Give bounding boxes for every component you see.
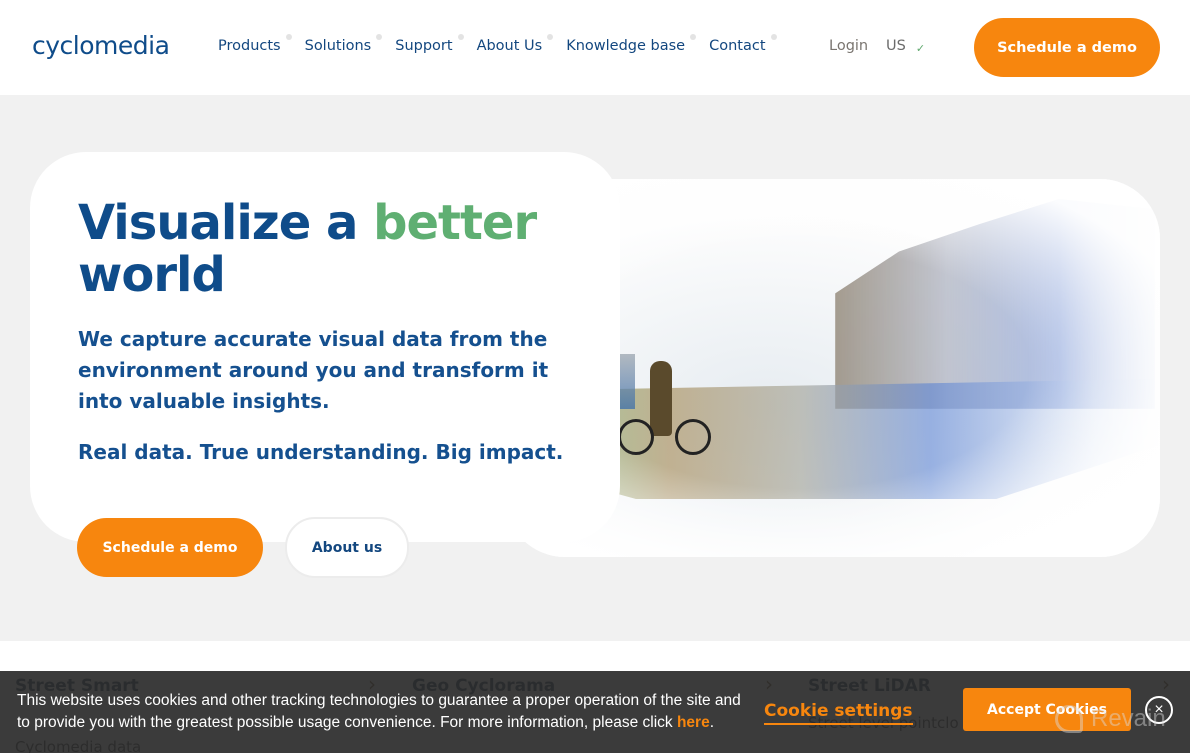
nav-solutions[interactable]: Solutions bbox=[304, 34, 383, 54]
schedule-demo-button[interactable]: Schedule a demo bbox=[77, 518, 263, 577]
login-link[interactable]: Login bbox=[829, 38, 868, 54]
accept-cookies-button[interactable]: Accept Cookies bbox=[963, 688, 1131, 731]
nav-label: About Us bbox=[476, 38, 543, 54]
nav-support[interactable]: Support bbox=[395, 34, 464, 54]
nav-label: Knowledge base bbox=[566, 38, 686, 54]
dropdown-indicator-icon bbox=[547, 34, 554, 40]
dropdown-indicator-icon bbox=[285, 34, 292, 40]
dropdown-indicator-icon bbox=[376, 34, 383, 40]
main-nav: Products Solutions Support About Us Know… bbox=[218, 34, 790, 54]
nav-about-us[interactable]: About Us bbox=[476, 34, 554, 54]
nav-label: Contact bbox=[709, 38, 766, 54]
page: cyclomedia Products Solutions Support Ab… bbox=[0, 0, 1190, 753]
nav-label: Solutions bbox=[304, 38, 372, 54]
about-us-button[interactable]: About us bbox=[285, 517, 409, 578]
nav-contact[interactable]: Contact bbox=[709, 34, 777, 54]
close-icon[interactable]: × bbox=[1145, 696, 1173, 724]
chevron-down-icon: ✓ bbox=[915, 41, 926, 55]
hero-section: Visualize a better world We capture accu… bbox=[0, 95, 1190, 641]
headline-accent: better bbox=[373, 195, 537, 251]
cookie-text: . bbox=[709, 714, 715, 731]
nav-knowledge-base[interactable]: Knowledge base bbox=[566, 34, 697, 54]
dropdown-indicator-icon bbox=[690, 34, 697, 40]
hero-tagline: Real data. True understanding. Big impac… bbox=[78, 440, 564, 464]
headline-text: Visualize a bbox=[78, 195, 374, 251]
dropdown-indicator-icon bbox=[770, 34, 777, 40]
cookie-settings-link[interactable]: Cookie settings bbox=[764, 701, 913, 725]
cookie-info-link[interactable]: here bbox=[677, 714, 710, 731]
logo[interactable]: cyclomedia bbox=[32, 31, 170, 60]
nav-products[interactable]: Products bbox=[218, 34, 292, 54]
cookie-message: This website uses cookies and other trac… bbox=[17, 690, 757, 734]
site-header: cyclomedia Products Solutions Support Ab… bbox=[0, 0, 1190, 95]
region-selector[interactable]: US ✓ bbox=[886, 38, 926, 55]
nav-label: Products bbox=[218, 38, 281, 54]
headline-text: world bbox=[78, 247, 226, 303]
dropdown-indicator-icon bbox=[457, 34, 464, 40]
nav-label: Support bbox=[395, 38, 453, 54]
hero-headline: Visualize a better world bbox=[78, 195, 537, 303]
region-label: US bbox=[886, 38, 906, 54]
schedule-demo-header-button[interactable]: Schedule a demo bbox=[974, 18, 1160, 77]
cookie-text: This website uses cookies and other trac… bbox=[17, 692, 741, 731]
hero-lead: We capture accurate visual data from the… bbox=[78, 327, 549, 413]
